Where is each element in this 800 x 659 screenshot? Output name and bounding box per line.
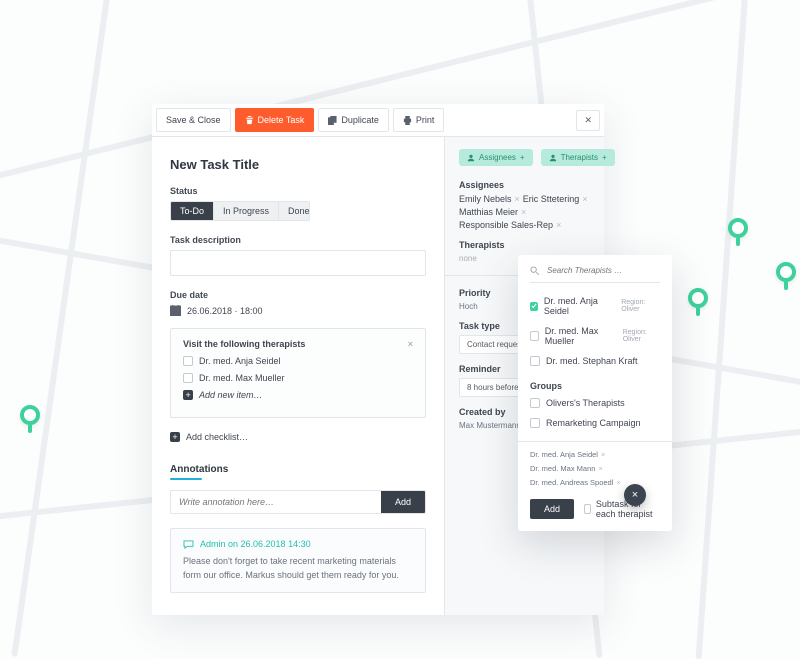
popover-add-button[interactable]: Add [530, 499, 574, 519]
group-option[interactable]: Olivers's Therapists [518, 393, 672, 413]
due-date-label: Due date [170, 290, 426, 300]
save-close-button[interactable]: Save & Close [156, 108, 231, 132]
therapist-picker-popover: Dr. med. Anja SeidelRegion: Oliver Dr. m… [518, 255, 672, 531]
add-therapists-button[interactable]: Therapists+ [541, 149, 615, 166]
print-icon [403, 116, 412, 125]
person-icon [549, 154, 557, 162]
status-option-todo[interactable]: To-Do [171, 202, 214, 220]
plus-icon: + [170, 432, 180, 442]
checkbox-icon[interactable] [530, 418, 540, 428]
person-icon [467, 154, 475, 162]
selected-therapists: Dr. med. Anja Seidel× Dr. med. Max Mann×… [530, 450, 660, 487]
description-input[interactable] [170, 250, 426, 276]
remove-icon[interactable]: × [582, 194, 587, 204]
group-option[interactable]: Remarketing Campaign [518, 413, 672, 433]
therapists-label: Therapists [459, 240, 590, 250]
assignee-chip[interactable]: Responsible Sales-Rep× [459, 220, 561, 230]
delete-task-button[interactable]: Delete Task [235, 108, 315, 132]
task-title[interactable]: New Task Title [170, 157, 426, 172]
checkbox-icon[interactable] [530, 331, 539, 341]
checklist-remove-icon[interactable]: × [408, 339, 413, 349]
remove-icon[interactable]: × [616, 478, 620, 487]
annotations-heading: Annotations [170, 464, 426, 475]
groups-label: Groups [530, 381, 660, 391]
selected-chip[interactable]: Dr. med. Max Mann× [530, 464, 603, 473]
status-option-inprogress[interactable]: In Progress [214, 202, 279, 220]
add-assignees-button[interactable]: Assignees+ [459, 149, 533, 166]
close-fab[interactable]: × [624, 484, 646, 506]
map-pin-icon [688, 288, 710, 310]
subtask-each-toggle[interactable]: Subtask for each therapist [584, 499, 660, 519]
annotation-add-button[interactable]: Add [381, 491, 425, 513]
selected-chip[interactable]: Dr. med. Anja Seidel× [530, 450, 605, 459]
assignees-label: Assignees [459, 180, 590, 190]
checkbox-icon[interactable] [183, 373, 193, 383]
therapist-option[interactable]: Dr. med. Max MuellerRegion: Oliver [518, 321, 672, 351]
remove-icon[interactable]: × [601, 450, 605, 459]
description-label: Task description [170, 235, 426, 245]
remove-icon[interactable]: × [521, 207, 526, 217]
remove-icon[interactable]: × [598, 464, 602, 473]
print-button[interactable]: Print [393, 108, 445, 132]
modal-toolbar: Save & Close Delete Task Duplicate Print… [152, 104, 604, 137]
status-option-done[interactable]: Done [279, 202, 310, 220]
checkbox-icon[interactable] [584, 504, 591, 514]
remove-icon[interactable]: × [556, 220, 561, 230]
checkbox-checked-icon[interactable] [530, 302, 538, 311]
close-button[interactable]: ✕ [576, 110, 600, 131]
therapist-option[interactable]: Dr. med. Stephan Kraft [518, 351, 672, 371]
checkbox-icon[interactable] [183, 356, 193, 366]
plus-icon: + [183, 390, 193, 400]
remove-icon[interactable]: × [515, 194, 520, 204]
copy-icon [328, 116, 337, 125]
assignee-chip[interactable]: Emily Nebels× [459, 194, 520, 204]
checklist-item[interactable]: Dr. med. Anja Seidel [183, 356, 413, 366]
checkbox-icon[interactable] [530, 398, 540, 408]
assignee-chip[interactable]: Matthias Meier× [459, 207, 526, 217]
trash-icon [245, 116, 254, 125]
heading-underline [170, 478, 202, 480]
checklist-item[interactable]: Dr. med. Max Mueller [183, 373, 413, 383]
annotation-input-group: Add [170, 490, 426, 514]
status-label: Status [170, 186, 426, 196]
assignees-list: Emily Nebels× Eric Sttetering× Matthias … [459, 194, 590, 230]
add-checklist-item[interactable]: +Add new item… [183, 390, 413, 400]
annotation-body: Please don't forget to take recent marke… [183, 555, 413, 582]
checklist-card: Visit the following therapists × Dr. med… [170, 328, 426, 418]
map-pin-icon [20, 405, 42, 427]
duplicate-button[interactable]: Duplicate [318, 108, 389, 132]
status-segmented[interactable]: To-Do In Progress Done [170, 201, 310, 221]
calendar-icon [170, 305, 181, 316]
assignee-chip[interactable]: Eric Sttetering× [523, 194, 588, 204]
close-icon: × [632, 490, 638, 501]
annotation-note: Admin on 26.06.2018 14:30 Please don't f… [170, 528, 426, 593]
map-pin-icon [728, 218, 750, 240]
close-icon: ✕ [584, 115, 592, 125]
therapist-search-input[interactable] [545, 265, 660, 276]
comment-icon [183, 540, 194, 549]
map-pin-icon [776, 262, 798, 284]
add-checklist-button[interactable]: + Add checklist… [170, 432, 426, 442]
checkbox-icon[interactable] [530, 356, 540, 366]
annotation-input[interactable] [171, 491, 381, 513]
selected-chip[interactable]: Dr. med. Andreas Spoedl× [530, 478, 621, 487]
annotation-meta: Admin on 26.06.2018 14:30 [200, 539, 311, 549]
checklist-title[interactable]: Visit the following therapists [183, 339, 305, 349]
due-date-value[interactable]: 26.06.2018 · 18:00 [187, 306, 263, 316]
therapist-option[interactable]: Dr. med. Anja SeidelRegion: Oliver [518, 291, 672, 321]
search-icon [530, 266, 539, 275]
